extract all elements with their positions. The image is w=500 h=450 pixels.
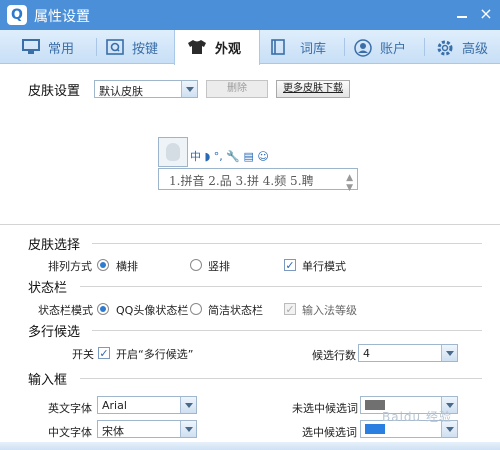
simple-statusbar-radio[interactable]	[190, 303, 202, 315]
vertical-radio[interactable]	[190, 259, 202, 271]
scroll-arrows-icon: ▲ ▼	[346, 173, 353, 193]
skin-dropdown-value: 默认皮肤	[99, 85, 143, 98]
tab-label: 按键	[132, 42, 159, 57]
qq-avatar-radio[interactable]	[97, 303, 109, 315]
skin-select-title: 皮肤选择	[28, 238, 81, 253]
tab-separator	[344, 38, 345, 56]
tab-general[interactable]: 常用	[22, 30, 102, 64]
selected-color-swatch	[365, 424, 385, 434]
tab-bar: 常用 按键 外观 词库 账户 高级	[0, 30, 500, 65]
enable-multiline-label: 开启“多行候选”	[116, 348, 194, 361]
tab-advanced[interactable]: 高级	[436, 30, 500, 64]
tab-label: 词库	[300, 42, 327, 57]
delete-skin-button[interactable]: 删除	[206, 80, 268, 98]
single-line-checkbox[interactable]: ✓	[284, 259, 296, 271]
minimize-button[interactable]	[452, 5, 472, 23]
input-level-checkbox[interactable]: ✓	[284, 303, 296, 315]
tab-label: 账户	[380, 42, 407, 57]
inputbox-title: 输入框	[28, 373, 68, 388]
qq-avatar-label: QQ头像状态栏	[116, 304, 189, 317]
book-icon	[270, 39, 286, 59]
layout-label: 排列方式	[48, 260, 92, 273]
window-title: 属性设置	[34, 9, 90, 25]
app-logo: Q	[7, 5, 27, 25]
title-bar: Q 属性设置 ×	[0, 0, 500, 30]
chevron-down-icon[interactable]	[441, 345, 457, 361]
candidate-rows-value: 4	[363, 347, 370, 360]
enable-multiline-checkbox[interactable]: ✓	[98, 347, 110, 359]
gear-icon	[436, 39, 454, 61]
user-icon	[354, 39, 372, 61]
bottom-strip	[0, 442, 500, 450]
cn-font-label: 中文字体	[48, 426, 92, 439]
candidate-rows-label: 候选行数	[312, 349, 356, 362]
candidate-rows-dropdown[interactable]: 4	[358, 344, 458, 362]
tab-label: 外观	[215, 42, 242, 57]
tab-appearance[interactable]: 外观	[174, 30, 260, 65]
en-font-value: Arial	[102, 399, 127, 412]
tab-separator	[96, 38, 97, 56]
simple-statusbar-label: 简洁状态栏	[208, 304, 263, 317]
divider	[92, 330, 482, 331]
en-font-label: 英文字体	[48, 402, 92, 415]
tab-label: 高级	[462, 42, 489, 57]
status-bar-icons-preview: 中 ◗ °, 🔧 ▤ ☺	[190, 150, 269, 163]
horizontal-label: 横排	[116, 260, 138, 273]
tab-dictionary[interactable]: 词库	[270, 30, 350, 64]
close-button[interactable]: ×	[476, 5, 496, 23]
horizontal-radio[interactable]	[97, 259, 109, 271]
divider	[92, 243, 482, 244]
single-line-label: 单行模式	[302, 260, 346, 273]
tab-keys[interactable]: 按键	[106, 30, 176, 64]
cn-font-dropdown[interactable]: 宋体	[97, 420, 197, 438]
tshirt-icon	[187, 39, 207, 59]
statusbar-mode-label: 状态栏模式	[38, 304, 93, 317]
chevron-down-icon[interactable]	[181, 81, 197, 97]
unselected-color-label: 未选中候选词	[292, 402, 358, 415]
selected-color-label: 选中候选词	[302, 426, 357, 439]
q-key-icon	[106, 39, 124, 59]
skin-dropdown[interactable]: 默认皮肤	[94, 80, 198, 98]
chevron-down-icon[interactable]	[180, 397, 196, 413]
tab-separator	[424, 38, 425, 56]
multiline-title: 多行候选	[28, 325, 81, 340]
candidate-bar-preview: 1.拼音 2.品 3.拼 4.频 5.聘 ▲ ▼	[158, 168, 358, 193]
monitor-icon	[22, 39, 40, 59]
switch-label: 开关	[72, 348, 94, 361]
vertical-label: 竖排	[208, 260, 230, 273]
candidate-words: 1.拼音 2.品 3.拼 4.频 5.聘	[169, 174, 314, 188]
skin-settings-title: 皮肤设置	[28, 84, 81, 99]
chevron-down-icon[interactable]	[180, 421, 196, 437]
divider	[80, 286, 482, 287]
en-font-dropdown[interactable]: Arial	[97, 396, 197, 414]
qq-avatar-preview	[158, 137, 188, 167]
input-level-label: 输入法等级	[302, 304, 357, 317]
watermark: Baidu 经验	[382, 410, 452, 424]
tab-account[interactable]: 账户	[354, 30, 424, 64]
more-skins-button[interactable]: 更多皮肤下载	[276, 80, 350, 98]
divider	[80, 378, 482, 379]
tab-label: 常用	[48, 42, 75, 57]
divider	[0, 224, 500, 225]
cn-font-value: 宋体	[102, 425, 124, 438]
statusbar-title: 状态栏	[28, 281, 68, 296]
